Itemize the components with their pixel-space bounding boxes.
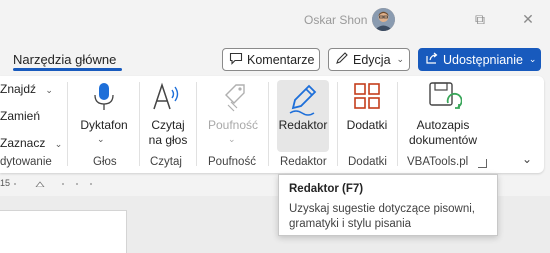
editing-mode-label: Edycja: [353, 52, 391, 67]
comment-icon: [229, 52, 243, 68]
user-name[interactable]: Oskar Shon: [304, 13, 367, 27]
read-aloud-label-line1: Czytaj: [151, 118, 185, 132]
avatar[interactable]: [372, 8, 395, 31]
group-label-vbatools: VBATools.pl: [407, 156, 469, 168]
chevron-down-icon: ⌄: [396, 54, 405, 64]
sensitivity-tag-icon: [222, 81, 250, 116]
group-separator: [337, 82, 338, 166]
collapse-ribbon-icon[interactable]: ⌄: [522, 152, 532, 166]
dialog-launcher-icon[interactable]: [478, 159, 487, 168]
group-label-read: Czytaj: [150, 156, 182, 168]
chevron-down-icon: ⌄: [54, 139, 63, 149]
chevron-down-icon: ⌄: [228, 134, 236, 144]
replace-label: Zamień: [0, 109, 41, 123]
editor-button[interactable]: Redaktor: [277, 80, 329, 152]
editing-mode-button[interactable]: Edycja ⌄: [328, 48, 410, 71]
dictate-label: Dyktafon: [80, 118, 128, 132]
comments-button[interactable]: Komentarze: [222, 48, 320, 71]
ruler-number: 15: [0, 178, 11, 188]
editor-tooltip: Redaktor (F7) Uzyskaj sugestie dotyczące…: [278, 174, 498, 236]
share-label: Udostępnianie: [443, 52, 523, 67]
group-label-editing: dytowanie: [0, 156, 52, 168]
addins-label: Dodatki: [346, 118, 388, 132]
select-button[interactable]: Zaznacz ⌄: [0, 136, 62, 150]
ribbon: Znajdź ⌄ Zamień Zaznacz ⌄ dytowanie Dykt…: [0, 76, 544, 173]
share-icon: [425, 51, 439, 68]
addins-grid-icon: [353, 82, 381, 113]
autosave-icon: [428, 81, 463, 116]
group-separator: [196, 82, 197, 166]
group-separator: [139, 82, 140, 166]
editor-label: Redaktor: [278, 118, 328, 132]
group-label-sensitivity: Poufność: [208, 156, 256, 168]
group-label-voice: Głos: [93, 156, 117, 168]
read-aloud-icon: [152, 82, 184, 115]
autosave-label-line2: dokumentów: [408, 133, 478, 147]
group-label-addins: Dodatki: [348, 156, 387, 168]
comments-label: Komentarze: [247, 52, 315, 67]
group-separator: [268, 82, 269, 166]
pencil-icon: [335, 51, 349, 68]
autosave-label-line1: Autozapis: [416, 118, 470, 132]
tab-home[interactable]: Narzędzia główne: [13, 52, 116, 67]
restore-icon[interactable]: ⧉: [471, 10, 489, 28]
group-separator: [397, 82, 398, 166]
avatar-image: [372, 8, 395, 31]
chevron-down-icon: ⌄: [528, 54, 537, 64]
title-bar: Oskar Shon ⧉ ✕: [0, 0, 550, 40]
chevron-down-icon: ⌄: [45, 85, 53, 95]
find-button[interactable]: Znajdź ⌄: [0, 82, 53, 96]
ruler-ticks: [14, 181, 92, 187]
close-icon[interactable]: ✕: [519, 10, 537, 28]
group-label-editor: Redaktor: [280, 156, 327, 168]
active-tab-indicator: [13, 68, 122, 71]
replace-button[interactable]: Zamień: [0, 109, 40, 123]
share-button[interactable]: Udostępnianie ⌄: [418, 48, 541, 71]
chevron-down-icon: ⌄: [97, 134, 105, 144]
microphone-icon: [92, 82, 116, 115]
tooltip-title: Redaktor (F7): [289, 183, 364, 195]
sensitivity-label: Poufność: [207, 118, 259, 132]
group-separator: [67, 82, 68, 166]
find-label: Znajdź: [0, 82, 37, 96]
read-aloud-label-line2: na głos: [148, 133, 188, 147]
tooltip-description: Uzyskaj sugestie dotyczące pisowni, gram…: [289, 203, 475, 230]
select-label: Zaznacz: [0, 136, 46, 150]
document-page[interactable]: [0, 210, 127, 253]
editor-pen-icon: [287, 82, 319, 119]
